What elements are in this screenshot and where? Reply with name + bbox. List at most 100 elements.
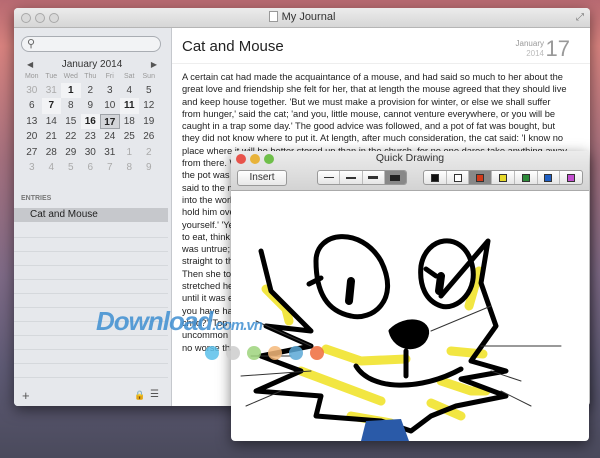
stroke-medium-button[interactable]	[340, 171, 363, 184]
calendar-day[interactable]: 1	[120, 145, 140, 160]
body-line: caught in a trap some day.' The good adv…	[182, 121, 556, 132]
calendar-day[interactable]: 12	[139, 98, 159, 113]
color-swatch-button[interactable]	[538, 171, 561, 184]
window-title: My Journal	[281, 11, 336, 23]
calendar-day[interactable]: 28	[42, 145, 62, 160]
color-swatch-button[interactable]	[447, 171, 470, 184]
calendar-day[interactable]: 4	[42, 160, 62, 175]
weekday-label: Mon	[24, 73, 39, 80]
fullscreen-icon[interactable]: ⤢	[576, 12, 584, 23]
calendar-day[interactable]: 17	[100, 113, 120, 130]
quick-drawing-window: Quick Drawing Insert	[231, 151, 589, 441]
stroke-thick-button[interactable]	[363, 171, 385, 184]
calendar-day[interactable]: 18	[120, 114, 140, 129]
entry-title[interactable]: Cat and Mouse	[182, 38, 284, 55]
calendar-day[interactable]: 16	[80, 113, 100, 130]
divider	[172, 63, 590, 64]
calendar-day[interactable]: 9	[81, 98, 101, 113]
sidebar-footer: + 🔒 ☰	[14, 386, 171, 406]
calendar-day[interactable]: 23	[81, 129, 101, 144]
entries-list	[14, 224, 168, 386]
weekday-label: Fri	[105, 73, 114, 80]
calendar-day[interactable]: 25	[120, 129, 140, 144]
weekday-label: Sun	[142, 73, 155, 80]
entries-header: ENTRIES	[21, 195, 52, 202]
body-line: they did not know where to put it. At le…	[182, 133, 564, 144]
calendar-day[interactable]: 3	[22, 160, 42, 175]
calendar-day[interactable]: 31	[42, 83, 62, 98]
color-selector	[423, 170, 583, 185]
body-line: A certain cat had made the acquaintance …	[182, 72, 563, 82]
search-icon: ⚲	[27, 38, 36, 50]
calendar-day[interactable]: 27	[22, 145, 42, 160]
calendar-grid: 30 31 1 2 3 4 5 6 7 8 9 10 11 12 13 14 15 16 17 18 19 20 21 22 2…	[22, 83, 162, 175]
add-entry-button[interactable]: +	[22, 388, 30, 403]
calendar-day[interactable]: 4	[120, 83, 140, 98]
blue-collar	[361, 419, 409, 441]
entry-date: January 2014 17	[516, 36, 570, 62]
stroke-extra-thick-button[interactable]	[384, 171, 406, 184]
color-swatch-button[interactable]	[492, 171, 515, 184]
next-month-button[interactable]: ▶	[151, 60, 157, 69]
calendar-day[interactable]: 8	[61, 98, 81, 113]
body-line: great love and friendship she felt for h…	[182, 84, 567, 95]
calendar-day[interactable]: 13	[22, 114, 42, 129]
calendar-day[interactable]: 15	[61, 114, 81, 129]
drawing-canvas[interactable]	[231, 191, 589, 441]
calendar-day[interactable]: 31	[100, 145, 120, 160]
color-swatch-button[interactable]	[560, 171, 582, 184]
watermark-dot	[205, 346, 219, 360]
color-swatch-button[interactable]	[424, 171, 447, 184]
menu-icon[interactable]: ☰	[150, 389, 159, 400]
watermark-dot	[226, 346, 240, 360]
calendar-day[interactable]: 9	[139, 160, 159, 175]
calendar-day[interactable]: 7	[41, 98, 61, 114]
weekday-label: Thu	[84, 73, 97, 80]
weekday-label: Tue	[45, 73, 58, 80]
calendar-day[interactable]: 11	[119, 98, 139, 114]
calendar-day[interactable]: 7	[100, 160, 120, 175]
watermark-dot	[310, 346, 324, 360]
calendar-day[interactable]: 26	[139, 129, 159, 144]
color-swatch-button[interactable]	[469, 171, 493, 184]
calendar-day[interactable]: 6	[81, 160, 101, 175]
calendar-day[interactable]: 6	[22, 98, 42, 113]
entry-item[interactable]: Cat and Mouse	[14, 208, 168, 222]
calendar-day[interactable]: 30	[22, 83, 42, 98]
date-month: January	[515, 39, 544, 48]
calendar-day[interactable]: 5	[61, 160, 81, 175]
title-bar: My Journal ⤢	[14, 8, 590, 28]
body-line: and keep house together. 'But we must ma…	[182, 96, 551, 107]
calendar-day[interactable]: 30	[81, 145, 101, 160]
calendar-day[interactable]: 1	[61, 83, 81, 99]
document-icon	[268, 11, 278, 22]
calendar-day[interactable]: 22	[61, 129, 81, 144]
watermark-dots	[205, 346, 324, 360]
date-day: 17	[545, 36, 570, 61]
sidebar: ⚲ ◀ January 2014 ▶ Mon Tue Wed Thu Fri Sat Sun…	[14, 28, 172, 406]
stroke-thin-button[interactable]	[318, 171, 341, 184]
calendar-day[interactable]: 21	[42, 129, 62, 144]
calendar-day[interactable]: 29	[61, 145, 81, 160]
weekday-labels: Mon Tue Wed Thu Fri Sat Sun	[22, 73, 162, 80]
calendar-day[interactable]: 8	[120, 160, 140, 175]
weekday-label: Wed	[63, 73, 78, 80]
color-swatch-button[interactable]	[515, 171, 538, 184]
stroke-width-selector	[317, 170, 407, 185]
calendar-day[interactable]: 2	[139, 145, 159, 160]
calendar-day[interactable]: 19	[139, 114, 159, 129]
calendar-day[interactable]: 24	[100, 129, 120, 144]
calendar-day[interactable]: 20	[22, 129, 42, 144]
lock-icon[interactable]: 🔒	[134, 390, 145, 401]
calendar-day[interactable]: 3	[100, 83, 120, 98]
calendar-day[interactable]: 2	[81, 83, 101, 98]
calendar-day[interactable]: 14	[42, 114, 62, 129]
date-year: 2014	[526, 49, 544, 58]
calendar-day[interactable]: 5	[139, 83, 159, 98]
calendar-day[interactable]: 10	[100, 98, 120, 113]
insert-button[interactable]: Insert	[237, 170, 287, 186]
watermark-logo: Download.com.vn	[96, 306, 263, 336]
watermark-dot	[247, 346, 261, 360]
quick-drawing-toolbar: Quick Drawing Insert	[231, 151, 589, 191]
search-input[interactable]: ⚲	[21, 36, 161, 52]
